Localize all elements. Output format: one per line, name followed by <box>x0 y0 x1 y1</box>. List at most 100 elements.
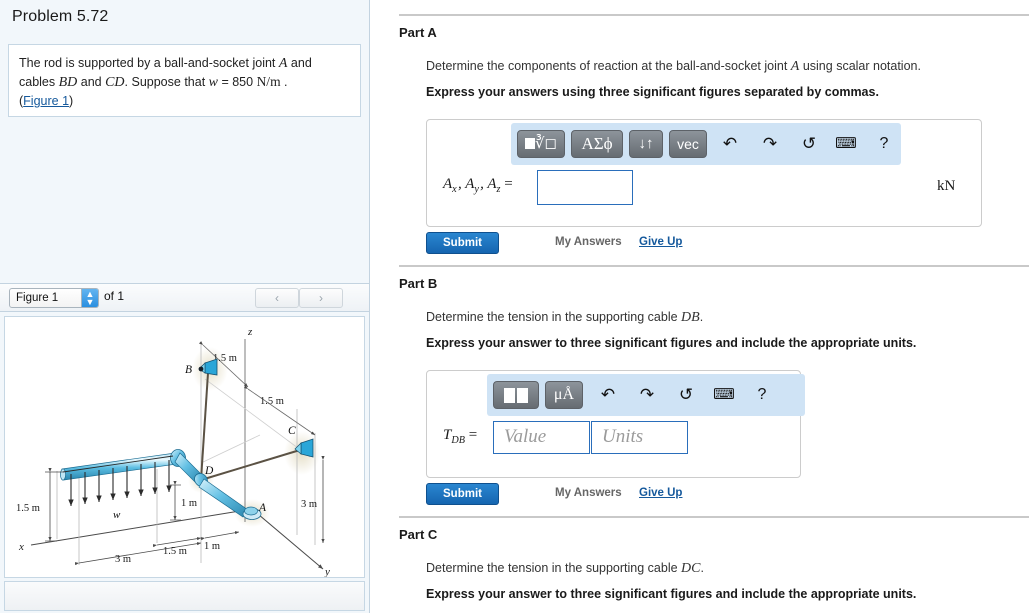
part-b-block: Part B Determine the tension in the supp… <box>371 265 1029 520</box>
part-b-submit-button[interactable]: Submit <box>426 483 499 505</box>
load-w-label: w <box>113 509 121 521</box>
updown-arrows-button[interactable]: ↓↑ <box>629 130 663 158</box>
keyboard-icon[interactable]: ⌨ <box>711 382 737 408</box>
part-b-prompt-math: DB <box>681 310 700 325</box>
part-a-submit-button[interactable]: Submit <box>426 232 499 254</box>
part-b-divider <box>399 265 1029 267</box>
statement-units: N/m <box>256 74 281 89</box>
part-b-units-placeholder: Units <box>602 426 644 447</box>
part-a-divider <box>399 14 1029 16</box>
part-b-my-answers-link[interactable]: My Answers <box>555 487 622 499</box>
axis-x-label: x <box>18 541 24 553</box>
figure-next-button[interactable]: › <box>299 288 343 308</box>
reset-icon[interactable]: ↺ <box>796 131 822 157</box>
part-a-instruction: Express your answers using three signifi… <box>426 85 879 99</box>
part-a-answer-label: Ax , Ay , Az = <box>443 176 513 195</box>
statement-part-2: and <box>287 56 312 70</box>
problem-statement-box: The rod is supported by a ball-and-socke… <box>8 44 361 117</box>
dim-1-5-m-mid: 1.5 m <box>260 396 284 407</box>
part-b-answer-label: TDB = <box>443 427 478 446</box>
part-b-prompt: Determine the tension in the supporting … <box>426 309 703 326</box>
axis-z-label: z <box>247 326 253 338</box>
dim-1-5-m-bottom: 1.5 m <box>163 546 187 557</box>
greek-symbols-button[interactable]: ΑΣϕ <box>571 130 623 158</box>
part-b-value-placeholder: Value <box>504 426 547 447</box>
reset-icon[interactable]: ↺ <box>673 382 699 408</box>
part-b-give-up-link[interactable]: Give Up <box>639 487 682 499</box>
figure-image-container[interactable]: z x y 1.5 m 1.5 m B C D A w 1.5 m 1 m 3 … <box>4 316 365 578</box>
part-c-instruction: Express your answer to three significant… <box>426 587 917 601</box>
undo-icon[interactable]: ↶ <box>717 131 743 157</box>
statement-part-4: and <box>77 75 106 89</box>
figure-select-value: Figure 1 <box>16 292 59 304</box>
part-b-prompt-pre: Determine the tension in the supporting … <box>426 310 682 324</box>
dim-1-m-bottom: 1 m <box>204 541 220 552</box>
rod-inclined-lower <box>198 478 249 518</box>
math-template-button[interactable]: ∛◻ <box>517 130 565 158</box>
part-a-answer-input[interactable] <box>537 170 633 205</box>
keyboard-icon[interactable]: ⌨ <box>833 131 859 157</box>
help-icon[interactable]: ? <box>749 382 775 408</box>
part-c-block: Part C Determine the tension in the supp… <box>371 516 1029 613</box>
part-b-value-input[interactable]: Value <box>493 421 590 454</box>
point-A-label: A <box>258 502 267 514</box>
part-a-give-up-link[interactable]: Give Up <box>639 236 682 248</box>
dim-1-m-vertical: 1 m <box>181 498 197 509</box>
part-a-my-answers-link[interactable]: My Answers <box>555 236 622 248</box>
units-button[interactable]: μÅ <box>545 381 583 409</box>
figure-prev-button[interactable]: ‹ <box>255 288 299 308</box>
point-D-label: D <box>204 465 214 477</box>
statement-cable-CD: CD <box>105 75 125 90</box>
dim-3-m-right: 3 m <box>301 499 317 510</box>
statement-value: = 850 <box>217 75 257 89</box>
figure-footer-bar <box>4 581 365 611</box>
statement-part-5: . Suppose that <box>124 75 209 89</box>
part-b-units-input[interactable]: Units <box>591 421 688 454</box>
part-a-answer-value <box>538 180 548 195</box>
figure-toolbar: Figure 1 ▲ ▼ of 1 ‹ › <box>0 283 369 312</box>
statement-part-3: cables <box>19 75 59 89</box>
part-b-answer-box: μÅ ↶ ↷ ↺ ⌨ ? TDB = Value Units <box>426 370 805 478</box>
part-a-prompt-post: using scalar notation. <box>799 59 921 73</box>
figure-select[interactable]: Figure 1 ▲ ▼ <box>9 288 99 308</box>
chevron-updown-icon: ▲ ▼ <box>81 289 98 307</box>
part-c-heading: Part C <box>399 527 438 542</box>
problem-statement-text: The rod is supported by a ball-and-socke… <box>19 54 347 110</box>
part-a-math-toolbar: ∛◻ ΑΣϕ ↓↑ vec ↶ ↷ ↺ ⌨ ? <box>511 123 901 165</box>
redo-icon[interactable]: ↷ <box>634 382 660 408</box>
part-c-prompt-post: . <box>700 561 704 575</box>
label-Ax: Ax <box>443 176 457 195</box>
statement-part-1: The rod is supported by a ball-and-socke… <box>19 56 279 70</box>
part-b-prompt-post: . <box>699 310 704 324</box>
math-template-button[interactable] <box>493 381 539 409</box>
statics-diagram: z x y 1.5 m 1.5 m B C D A w 1.5 m 1 m 3 … <box>16 326 330 577</box>
point-C-label: C <box>288 425 296 437</box>
redo-icon[interactable]: ↷ <box>757 131 783 157</box>
statement-cable-BD: BD <box>58 75 78 90</box>
figure-panel: Figure 1 ▲ ▼ of 1 ‹ › z x y 1.5 m 1.5 m … <box>0 283 370 613</box>
help-icon[interactable]: ? <box>871 131 897 157</box>
rod-horizontal <box>60 452 178 481</box>
figure-count-label: of 1 <box>104 289 125 303</box>
paren-close: ) <box>69 94 74 108</box>
part-b-math-toolbar: μÅ ↶ ↷ ↺ ⌨ ? <box>487 374 805 416</box>
statement-period: . <box>280 75 288 89</box>
part-c-prompt: Determine the tension in the supporting … <box>426 560 704 577</box>
vector-button[interactable]: vec <box>669 130 707 158</box>
undo-icon[interactable]: ↶ <box>595 382 621 408</box>
part-a-prompt-pre: Determine the components of reaction at … <box>426 59 791 73</box>
problem-page: Problem 5.72 The rod is supported by a b… <box>0 0 1029 613</box>
part-a-block: Part A Determine the components of react… <box>371 14 1029 269</box>
point-B-label: B <box>185 364 192 376</box>
label-T-subscript: DB <box>451 435 465 446</box>
part-c-prompt-pre: Determine the tension in the supporting … <box>426 561 682 575</box>
part-b-instruction: Express your answer to three significant… <box>426 336 917 350</box>
part-a-units-suffix: kN <box>937 178 956 194</box>
part-a-answer-box: ∛◻ ΑΣϕ ↓↑ vec ↶ ↷ ↺ ⌨ ? Ax , Ay , Az = k… <box>426 119 982 227</box>
page-title: Problem 5.72 <box>12 8 109 25</box>
dim-3-m-bottom: 3 m <box>115 554 131 565</box>
dim-1-5-m-left: 1.5 m <box>16 503 40 514</box>
figure-1-link[interactable]: Figure 1 <box>23 94 69 108</box>
axis-y-label: y <box>324 566 330 577</box>
right-panel: Part A Determine the components of react… <box>371 0 1029 613</box>
